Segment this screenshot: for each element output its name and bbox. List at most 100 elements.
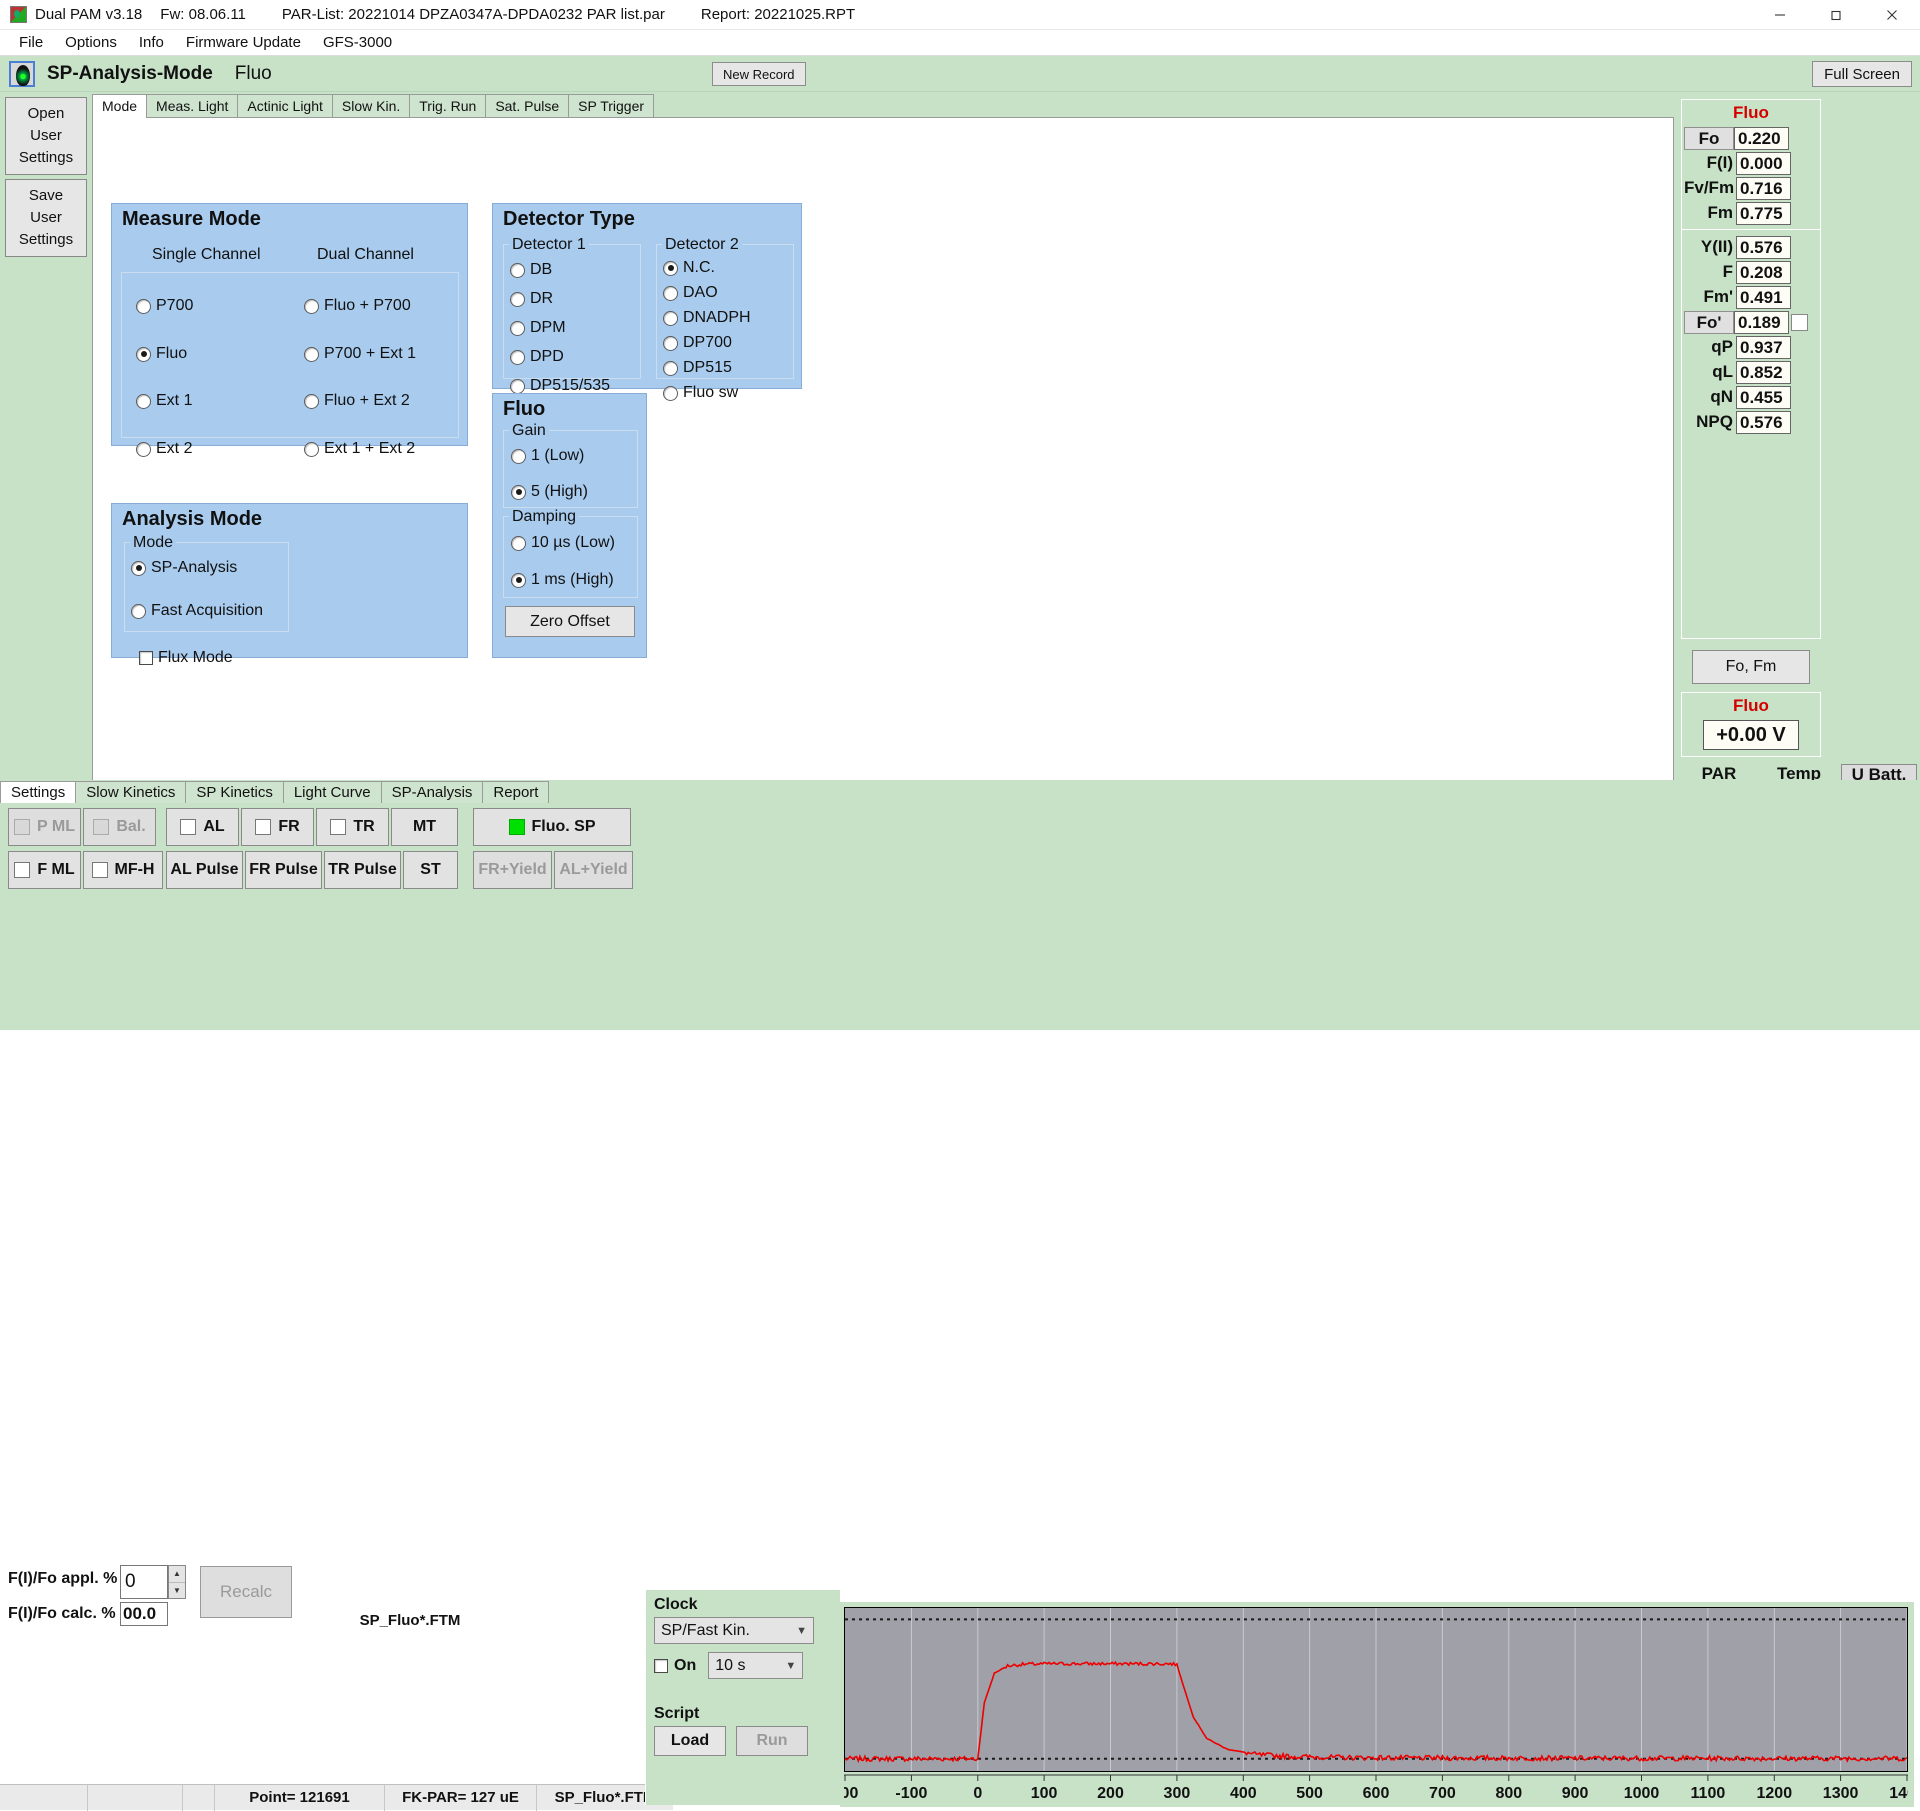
radio-dp700[interactable]: DP700	[663, 334, 732, 352]
radio-dr-label: DR	[530, 290, 553, 308]
script-run-button[interactable]: Run	[736, 1726, 808, 1756]
radio-dao[interactable]: DAO	[663, 284, 718, 302]
zero-offset-button[interactable]: Zero Offset	[505, 606, 635, 637]
radio-gain-high[interactable]: 5 (High)	[511, 483, 588, 501]
btab-settings[interactable]: Settings	[0, 781, 76, 804]
tab-actinic-light[interactable]: Actinic Light	[237, 94, 332, 118]
radio-db[interactable]: DB	[510, 261, 552, 279]
radio-damping-low[interactable]: 10 µs (Low)	[511, 534, 615, 552]
button-fluo-sp[interactable]: Fluo. SP	[473, 808, 631, 846]
p-ml-label: P ML	[37, 818, 75, 836]
ql-value: 0.852	[1736, 361, 1791, 384]
save-user-settings-button[interactable]: Save User Settings	[5, 179, 87, 257]
button-fr-pulse[interactable]: FR Pulse	[245, 851, 322, 889]
button-tr-pulse[interactable]: TR Pulse	[324, 851, 401, 889]
svg-text:500: 500	[1296, 1785, 1323, 1802]
full-screen-button[interactable]: Full Screen	[1812, 61, 1912, 87]
button-bal[interactable]: Bal.	[83, 808, 156, 846]
tab-sat-pulse[interactable]: Sat. Pulse	[485, 94, 569, 118]
fi-fo-appl-input[interactable]: 0	[120, 1565, 168, 1599]
menu-info[interactable]: Info	[128, 32, 175, 53]
script-load-button[interactable]: Load	[654, 1726, 726, 1756]
radio-gain-high-label: 5 (High)	[531, 483, 588, 501]
radio-dpd[interactable]: DPD	[510, 348, 564, 366]
radio-dnadph[interactable]: DNADPH	[663, 309, 751, 327]
clock-mode-select[interactable]: SP/Fast Kin. ▼	[654, 1617, 814, 1644]
maximize-icon[interactable]	[1808, 0, 1864, 30]
row-fmprime: Fm' 0.491	[1684, 285, 1820, 309]
radio-fluo-ext2[interactable]: Fluo + Ext 2	[304, 392, 410, 410]
tab-sp-trigger[interactable]: SP Trigger	[568, 94, 654, 118]
fi-fo-appl-stepper[interactable]: ▲ ▼	[168, 1565, 186, 1599]
radio-p700-ext1[interactable]: P700 + Ext 1	[304, 345, 416, 363]
radio-fast-acquisition[interactable]: Fast Acquisition	[131, 602, 263, 620]
row-fi: F(I) 0.000	[1684, 151, 1820, 175]
button-f-ml[interactable]: F ML	[8, 851, 81, 889]
btab-report[interactable]: Report	[482, 781, 549, 804]
radio-ext1-ext2-indicator	[304, 442, 319, 457]
radio-dpm[interactable]: DPM	[510, 319, 566, 337]
radio-ext2[interactable]: Ext 2	[136, 440, 192, 458]
radio-fluo[interactable]: Fluo	[136, 345, 187, 363]
tab-mode[interactable]: Mode	[92, 94, 147, 118]
p-ml-indicator	[14, 819, 30, 835]
button-p-ml[interactable]: P ML	[8, 808, 81, 846]
radio-dao-indicator	[663, 286, 678, 301]
mode-header: SP-Analysis-Mode Fluo New Record Full Sc…	[0, 56, 1920, 92]
btab-light-curve[interactable]: Light Curve	[283, 781, 382, 804]
button-fr-yield[interactable]: FR+Yield	[473, 851, 552, 889]
button-mt[interactable]: MT	[391, 808, 458, 846]
btab-sp-analysis[interactable]: SP-Analysis	[381, 781, 484, 804]
btab-sp-kinetics[interactable]: SP Kinetics	[185, 781, 283, 804]
foprime-button[interactable]: Fo'	[1684, 311, 1734, 334]
button-mf-h[interactable]: MF-H	[83, 851, 163, 889]
button-al[interactable]: AL	[166, 808, 239, 846]
fo-button[interactable]: Fo	[1684, 127, 1734, 150]
button-st[interactable]: ST	[403, 851, 458, 889]
row-f: F 0.208	[1684, 260, 1820, 284]
button-al-yield[interactable]: AL+Yield	[554, 851, 633, 889]
btab-slow-kinetics[interactable]: Slow Kinetics	[75, 781, 186, 804]
radio-nc[interactable]: N.C.	[663, 259, 715, 277]
radio-gain-low[interactable]: 1 (Low)	[511, 447, 584, 465]
menu-options[interactable]: Options	[54, 32, 128, 53]
menu-firmware-update[interactable]: Firmware Update	[175, 32, 312, 53]
radio-ext1-ext2[interactable]: Ext 1 + Ext 2	[304, 440, 415, 458]
radio-dp515[interactable]: DP515	[663, 359, 732, 377]
radio-fluo-p700[interactable]: Fluo + P700	[304, 297, 411, 315]
radio-sp-analysis[interactable]: SP-Analysis	[131, 559, 237, 577]
open-user-settings-button[interactable]: Open User Settings	[5, 97, 87, 175]
tab-slow-kin[interactable]: Slow Kin.	[332, 94, 410, 118]
menu-file[interactable]: File	[8, 32, 54, 53]
new-record-button[interactable]: New Record	[712, 62, 806, 86]
button-fr[interactable]: FR	[241, 808, 314, 846]
radio-ext1[interactable]: Ext 1	[136, 392, 192, 410]
fo-fm-button[interactable]: Fo, Fm	[1692, 650, 1810, 684]
user-settings-sidebar: Open User Settings Save User Settings	[0, 92, 92, 806]
close-icon[interactable]	[1864, 0, 1920, 30]
tab-meas-light[interactable]: Meas. Light	[146, 94, 238, 118]
recalc-button[interactable]: Recalc	[200, 1566, 292, 1618]
foprime-checkbox[interactable]	[1791, 314, 1808, 331]
button-al-pulse[interactable]: AL Pulse	[166, 851, 243, 889]
radio-fluo-ext2-indicator	[304, 394, 319, 409]
clock-on-checkbox[interactable]	[654, 1659, 668, 1673]
stepper-down-icon[interactable]: ▼	[169, 1583, 185, 1599]
button-tr[interactable]: TR	[316, 808, 389, 846]
clock-interval-select[interactable]: 10 s ▼	[708, 1652, 803, 1679]
fluorescence-chart[interactable]	[844, 1607, 1908, 1772]
radio-fluo-sw[interactable]: Fluo sw	[663, 384, 738, 402]
menu-gfs-3000[interactable]: GFS-3000	[312, 32, 403, 53]
fluo-settings-title: Fluo	[503, 398, 545, 421]
tab-trig-run[interactable]: Trig. Run	[409, 94, 486, 118]
radio-p700[interactable]: P700	[136, 297, 193, 315]
radio-db-indicator	[510, 263, 525, 278]
minimize-icon[interactable]	[1752, 0, 1808, 30]
radio-damping-high[interactable]: 1 ms (High)	[511, 571, 614, 589]
fo-value: 0.220	[1734, 127, 1789, 150]
stepper-up-icon[interactable]: ▲	[169, 1566, 185, 1583]
clock-mode-value: SP/Fast Kin.	[661, 1622, 750, 1640]
radio-dr[interactable]: DR	[510, 290, 553, 308]
checkbox-flux-mode[interactable]: Flux Mode	[139, 649, 233, 667]
main-body: Open User Settings Save User Settings Mo…	[0, 92, 1920, 806]
